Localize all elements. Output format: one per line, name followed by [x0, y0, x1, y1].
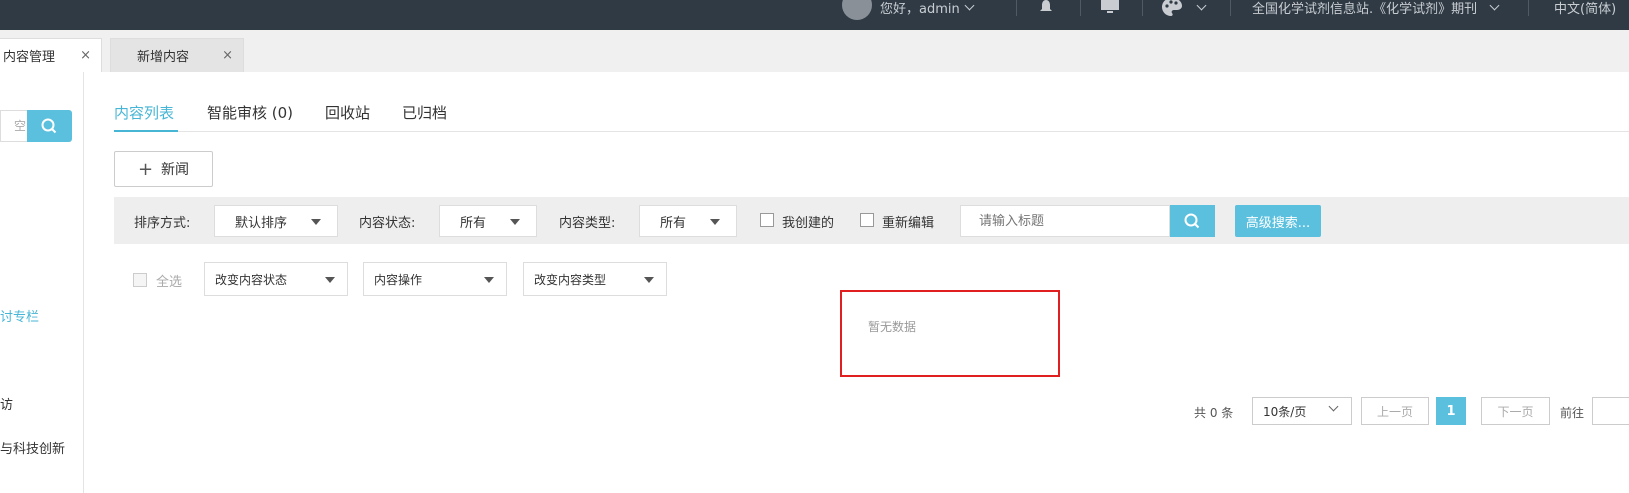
change-type-select[interactable]: 改变内容类型 — [523, 262, 667, 296]
search-icon — [1184, 213, 1200, 229]
goto-label: 前往 — [1560, 406, 1585, 420]
caret-down-icon — [510, 219, 520, 225]
caret-down-icon — [710, 219, 720, 225]
change-status-select[interactable]: 改变内容状态 — [204, 262, 348, 296]
title-search-input[interactable] — [960, 205, 1170, 237]
content-tabs: 内容列表 智能审核 (0) 回收站 已归档 — [114, 100, 1629, 132]
avatar[interactable] — [842, 0, 872, 20]
site-name: 全国化学试剂信息站.《化学试剂》期刊 — [1252, 1, 1478, 17]
divider — [1142, 0, 1143, 16]
filter-bar: 排序方式: 默认排序 内容状态: 所有 内容类型: 所有 我创建的 重新编辑 高… — [114, 197, 1629, 244]
add-news-label: 新闻 — [161, 162, 190, 178]
created-by-me-checkbox[interactable] — [760, 213, 774, 227]
tab-recycle-bin[interactable]: 回收站 — [325, 102, 370, 123]
divider — [1528, 0, 1529, 16]
greeting-text: 您好，admin — [880, 1, 960, 17]
page-tab-strip: 内容管理 × 新增内容 × — [0, 30, 1629, 72]
empty-state-highlight: 暂无数据 — [840, 290, 1060, 377]
palette-icon — [1162, 0, 1182, 16]
select-all-label: 全选 — [156, 275, 183, 290]
content-operation-label: 内容操作 — [374, 272, 423, 287]
reedit-label: 重新编辑 — [882, 216, 935, 231]
user-menu[interactable]: 您好，admin — [880, 0, 975, 18]
sidebar-item[interactable]: 讨专栏 — [0, 306, 39, 325]
sort-select[interactable]: 默认排序 — [214, 205, 338, 237]
page-size-select[interactable]: 10条/页 — [1252, 397, 1352, 425]
sort-value: 默认排序 — [235, 215, 288, 231]
close-icon[interactable]: × — [80, 48, 91, 63]
sort-label: 排序方式: — [134, 216, 191, 231]
page-tab-label: 新增内容 — [137, 50, 190, 65]
sidebar-item[interactable]: 访 — [0, 394, 13, 413]
change-type-label: 改变内容类型 — [534, 272, 607, 287]
close-icon[interactable]: × — [222, 48, 233, 63]
status-value: 所有 — [460, 215, 487, 231]
caret-down-icon — [311, 219, 321, 225]
type-label: 内容类型: — [559, 216, 616, 231]
created-by-me-label: 我创建的 — [782, 216, 835, 231]
page-number-current[interactable]: 1 — [1436, 397, 1466, 425]
next-page-button[interactable]: 下一页 — [1481, 397, 1550, 425]
chevron-down-icon — [1328, 401, 1339, 412]
chevron-down-icon — [964, 0, 975, 10]
select-all-checkbox[interactable] — [133, 273, 147, 287]
plus-icon: + — [137, 158, 154, 180]
caret-down-icon — [484, 277, 494, 283]
page-size-value: 10条/页 — [1263, 404, 1307, 419]
language-label: 中文(简体) — [1554, 1, 1617, 17]
content-operation-select[interactable]: 内容操作 — [363, 262, 507, 296]
chevron-down-icon — [1489, 0, 1500, 10]
status-select[interactable]: 所有 — [439, 205, 537, 237]
theme-menu[interactable] — [1162, 0, 1207, 18]
site-menu[interactable]: 全国化学试剂信息站.《化学试剂》期刊 — [1252, 0, 1500, 18]
sidebar-item[interactable]: 与科技创新 — [0, 438, 65, 457]
advanced-search-button[interactable]: 高级搜索... — [1235, 205, 1321, 237]
search-icon — [41, 118, 57, 134]
change-status-label: 改变内容状态 — [215, 272, 288, 287]
divider — [1080, 0, 1081, 16]
divider — [1016, 0, 1017, 16]
tab-content-list[interactable]: 内容列表 — [114, 102, 174, 123]
sidebar-search-button[interactable] — [27, 110, 72, 142]
language-menu[interactable]: 中文(简体) — [1554, 0, 1616, 18]
pagination-total: 共 0 条 — [1194, 406, 1234, 420]
sidebar: 空 讨专栏 访 与科技创新 — [0, 72, 84, 493]
search-button[interactable] — [1170, 205, 1215, 237]
empty-state-text: 暂无数据 — [868, 320, 917, 334]
page-tab-label: 内容管理 — [3, 50, 56, 65]
divider — [1230, 0, 1231, 16]
chevron-down-icon — [1196, 0, 1207, 10]
prev-page-button[interactable]: 上一页 — [1361, 397, 1429, 425]
tab-archived[interactable]: 已归档 — [402, 102, 447, 123]
top-bar: 您好，admin 全国化学试剂信息站.《化学试剂》期刊 中文(简体) — [0, 0, 1629, 30]
monitor-icon[interactable] — [1100, 0, 1120, 18]
caret-down-icon — [325, 277, 335, 283]
caret-down-icon — [644, 277, 654, 283]
reedit-checkbox[interactable] — [860, 213, 874, 227]
type-value: 所有 — [660, 215, 687, 231]
active-tab-indicator — [114, 130, 178, 132]
add-news-button[interactable]: + 新闻 — [114, 151, 213, 187]
tab-smart-review[interactable]: 智能审核 (0) — [207, 102, 293, 123]
page-tab-content-management[interactable]: 内容管理 × — [0, 38, 102, 72]
goto-page-input[interactable] — [1592, 397, 1629, 425]
page-tab-new-content[interactable]: 新增内容 × — [110, 38, 244, 72]
type-select[interactable]: 所有 — [639, 205, 737, 237]
sidebar-search-input[interactable]: 空 — [0, 110, 30, 142]
bell-icon[interactable] — [1038, 0, 1054, 18]
status-label: 内容状态: — [359, 216, 416, 231]
